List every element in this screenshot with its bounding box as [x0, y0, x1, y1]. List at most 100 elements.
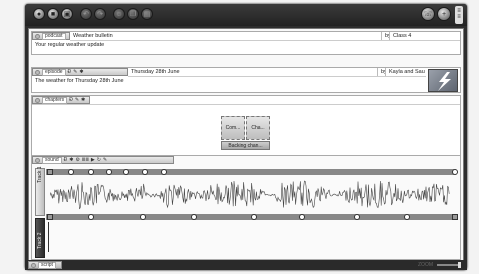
- undo-button[interactable]: ↶: [80, 8, 92, 20]
- divider: [32, 104, 460, 105]
- collapse-icon: [35, 157, 40, 163]
- zoom-slider-thumb[interactable]: [458, 262, 461, 268]
- collapse-icon: [31, 262, 36, 268]
- sound-tab[interactable]: sound Ð ✱ ⚙ ⅢⅢ ▶ ↻ ✎: [32, 156, 174, 164]
- episode-artwork[interactable]: [428, 69, 458, 92]
- menu-icon: ≡ ≡: [457, 8, 461, 20]
- save-icon: ▣: [63, 11, 71, 18]
- status-bar: script ZOOM: [25, 260, 467, 270]
- podcast-author[interactable]: Class 4: [390, 32, 460, 40]
- volume-knob[interactable]: [68, 169, 74, 175]
- podcast-description[interactable]: Your regular weather update: [35, 42, 104, 48]
- people-button[interactable]: ☺: [113, 8, 125, 20]
- edit-icon: ✎: [74, 97, 80, 103]
- star-icon: ✱: [79, 69, 84, 75]
- volume-knob[interactable]: [251, 214, 257, 220]
- loop-icon: ↻: [96, 157, 101, 163]
- by-label: by: [378, 68, 386, 76]
- redo-button[interactable]: ↷: [94, 8, 106, 20]
- volume-knob[interactable]: [88, 169, 94, 175]
- track-1-header[interactable]: Track 1: [35, 166, 45, 216]
- editor-area: podcast Weather bulletin by Class 4 Your…: [28, 28, 464, 261]
- copy-button[interactable]: ❐: [127, 8, 139, 20]
- zoom-label: ZOOM: [418, 262, 433, 268]
- edit-icon: ✎: [102, 157, 108, 163]
- collapse-icon: [35, 97, 40, 103]
- volume-knob[interactable]: [404, 214, 410, 220]
- star-icon: ✱: [69, 157, 74, 163]
- volume-lane-bottom[interactable]: [46, 214, 454, 220]
- redo-icon: ↷: [97, 11, 103, 18]
- track-2-label: Track 2: [37, 232, 43, 249]
- volume-knob[interactable]: [88, 214, 94, 220]
- volume-knob[interactable]: [106, 169, 112, 175]
- clip-start-handle[interactable]: [47, 214, 53, 220]
- app-window: ● ■ ▣ ↶ ↷ ☺ ❐ ▤ ☏ + ≡ ≡ podcast Weather b…: [25, 4, 467, 270]
- volume-knob[interactable]: [452, 169, 458, 175]
- lightning-icon: [438, 72, 451, 91]
- settings-icon: ⚙: [75, 157, 80, 163]
- volume-knob[interactable]: [142, 169, 148, 175]
- phone-button[interactable]: ☏: [421, 7, 435, 21]
- podcast-tab[interactable]: podcast: [32, 32, 70, 40]
- copy-icon: ❐: [129, 11, 137, 18]
- save-button[interactable]: ▣: [61, 8, 73, 20]
- sound-section: sound Ð ✱ ⚙ ⅢⅢ ▶ ↻ ✎ Track 1 Track 2: [31, 155, 461, 260]
- podcast-title[interactable]: Weather bulletin: [70, 32, 382, 40]
- collapse-icon: [35, 33, 40, 39]
- record-icon: ●: [36, 10, 42, 18]
- stop-button[interactable]: ■: [47, 8, 59, 20]
- record-button[interactable]: ●: [33, 8, 45, 20]
- episode-author[interactable]: Kayla and Sau: [386, 68, 426, 76]
- volume-knob[interactable]: [161, 169, 167, 175]
- clip-end-handle[interactable]: [452, 214, 458, 220]
- script-tab[interactable]: script: [28, 261, 62, 269]
- paste-button[interactable]: ▤: [141, 8, 153, 20]
- podcast-title-row: Weather bulletin by Class 4: [70, 32, 460, 41]
- chapter-note[interactable]: Cha...: [246, 116, 270, 140]
- toolbar: ● ■ ▣ ↶ ↷ ☺ ❐ ▤ ☏ + ≡ ≡: [25, 4, 467, 26]
- volume-knob[interactable]: [191, 214, 197, 220]
- star-icon: ✱: [81, 97, 86, 103]
- people-icon: ☺: [115, 10, 123, 18]
- eq-icon: ⅢⅢ: [81, 157, 89, 163]
- by-label: by: [382, 32, 390, 40]
- stop-icon: ■: [50, 10, 56, 18]
- volume-knob[interactable]: [354, 214, 360, 220]
- phone-icon: ☏: [423, 11, 433, 18]
- chapters-tab[interactable]: chapters Ð ✎ ✱: [32, 96, 90, 104]
- play-icon: ▶: [90, 157, 95, 163]
- playhead[interactable]: [48, 222, 49, 252]
- track-2-header[interactable]: Track 2: [35, 218, 45, 258]
- undo-icon: ↶: [83, 11, 89, 18]
- volume-knob[interactable]: [140, 214, 146, 220]
- waveform[interactable]: [50, 180, 450, 210]
- collapse-icon: [35, 69, 40, 75]
- chapter-note[interactable]: Com...: [221, 116, 245, 140]
- zoom-slider[interactable]: [437, 262, 461, 268]
- sound-tab-label: sound: [42, 156, 62, 164]
- episode-section: episode Ð ✎ ✱ Thursday 28th June by Kayl…: [31, 67, 461, 93]
- speed-icon: Ð: [63, 157, 68, 163]
- clip-start-handle[interactable]: [47, 169, 53, 175]
- podcast-section: podcast Weather bulletin by Class 4 Your…: [31, 31, 461, 55]
- episode-tab-label: episode: [42, 68, 66, 76]
- volume-knob[interactable]: [123, 169, 129, 175]
- episode-title[interactable]: Thursday 28th June: [128, 68, 378, 76]
- speed-icon: Ð: [69, 97, 73, 103]
- episode-title-row: Thursday 28th June by Kayla and Sau: [128, 68, 426, 77]
- episode-tab[interactable]: episode Ð ✎ ✱: [32, 68, 128, 76]
- script-tab-label: script: [38, 261, 56, 269]
- menu-button[interactable]: ≡ ≡: [455, 6, 463, 24]
- plus-icon: +: [441, 10, 447, 18]
- volume-knob[interactable]: [299, 214, 305, 220]
- podcast-tab-label: podcast: [42, 32, 66, 40]
- add-button[interactable]: +: [437, 7, 451, 21]
- track-1-label: Track 1: [37, 166, 43, 183]
- speed-icon: Ð: [67, 69, 72, 75]
- edit-icon: ✎: [73, 69, 78, 75]
- paste-icon: ▤: [143, 11, 151, 18]
- episode-description[interactable]: The weather for Thursday 28th June: [35, 78, 124, 84]
- backing-channel-label[interactable]: Backing chan...: [221, 141, 270, 150]
- chapters-tab-label: chapters: [42, 96, 68, 104]
